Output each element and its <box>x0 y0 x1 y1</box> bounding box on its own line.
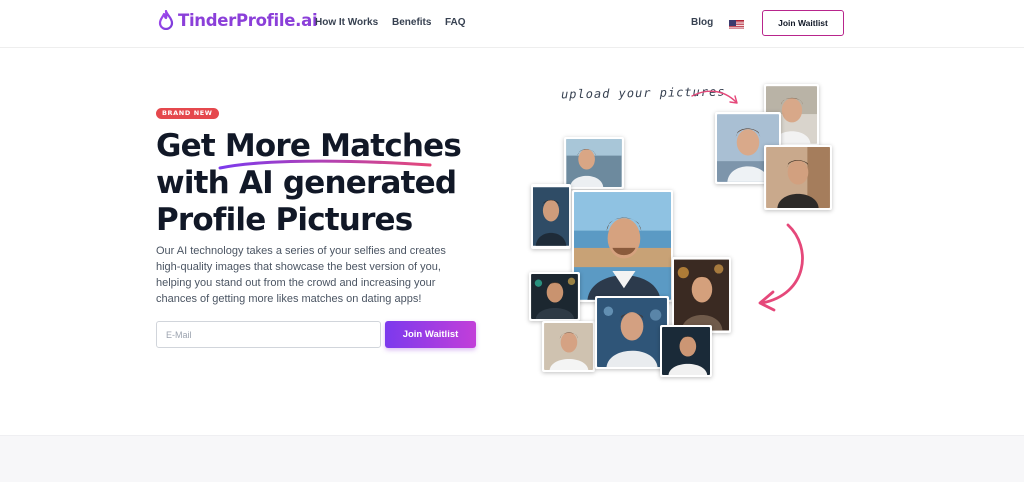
ai-portrait-1 <box>564 137 624 189</box>
nav-link-faq[interactable]: FAQ <box>445 17 466 28</box>
us-flag-icon[interactable] <box>729 18 744 29</box>
top-navigation: TinderProfile.ai How It Works Benefits F… <box>0 0 1024 48</box>
headline-line-3: Profile Pictures <box>156 202 413 238</box>
ai-portrait-6 <box>595 296 669 369</box>
next-section-band <box>0 435 1024 482</box>
arrow-to-uploads-icon <box>691 90 738 104</box>
ai-portrait-4 <box>529 272 580 321</box>
ai-portrait-2 <box>531 184 571 249</box>
curved-arrow-icon <box>758 223 804 312</box>
brand-name: TinderProfile.ai <box>178 10 318 30</box>
email-input[interactable] <box>156 321 381 348</box>
nav-join-waitlist-button[interactable]: Join Waitlist <box>762 10 844 36</box>
ai-portrait-main <box>572 190 673 302</box>
nav-link-benefits[interactable]: Benefits <box>392 17 431 28</box>
brand-logo[interactable]: TinderProfile.ai <box>158 10 318 30</box>
uploaded-selfie-3 <box>764 145 832 210</box>
hero-headline: Get More Matches with AI generated Profi… <box>156 128 486 239</box>
ai-portrait-5 <box>542 321 595 372</box>
nav-link-how-it-works[interactable]: How It Works <box>315 17 378 28</box>
brand-new-badge: BRAND NEW <box>156 108 219 119</box>
headline-underline-decoration <box>218 159 432 170</box>
ai-portrait-3 <box>672 257 731 333</box>
ai-portrait-7 <box>660 325 712 377</box>
hero-description: Our AI technology takes a series of your… <box>156 245 446 305</box>
join-waitlist-button[interactable]: Join Waitlist <box>385 321 476 348</box>
nav-link-blog[interactable]: Blog <box>691 17 713 28</box>
flame-drop-icon <box>158 10 174 30</box>
